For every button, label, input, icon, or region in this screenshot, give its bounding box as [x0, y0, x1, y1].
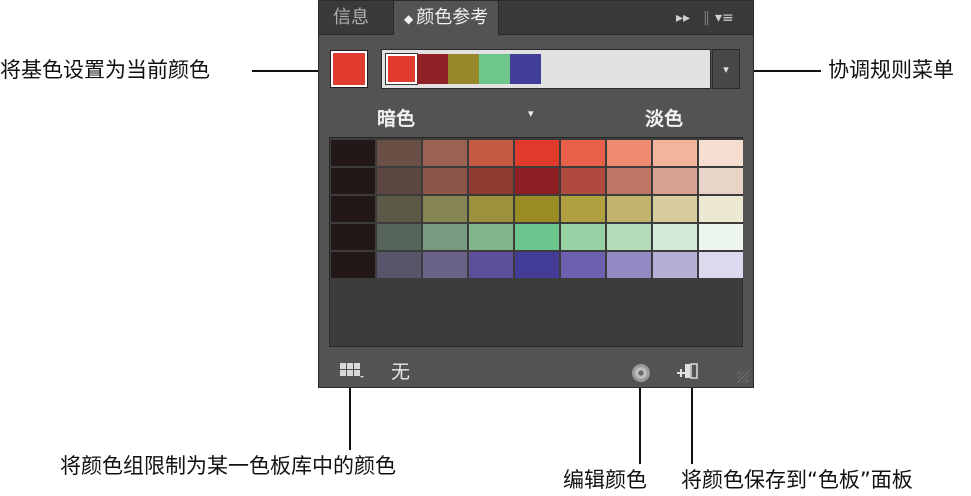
base-color-swatch[interactable]: [330, 50, 368, 88]
variation-swatch[interactable]: [515, 252, 559, 278]
color-guide-panel: 信息 ◆ 颜色参考 ▸▸ ‖ ▾≡ ▾ 暗色 ▾ 淡色 无: [318, 0, 754, 388]
harmony-color-5[interactable]: [510, 54, 541, 84]
variation-swatch[interactable]: [469, 224, 513, 250]
variation-swatch[interactable]: [515, 196, 559, 222]
variation-swatch[interactable]: [561, 252, 605, 278]
tab-info[interactable]: 信息: [323, 1, 379, 35]
variation-swatch[interactable]: [653, 224, 697, 250]
leader-line-edit-color: [639, 386, 641, 464]
panel-tab-bar: 信息 ◆ 颜色参考 ▸▸ ‖ ▾≡: [319, 1, 753, 35]
variation-swatch[interactable]: [699, 252, 743, 278]
color-variation-grid: [329, 137, 743, 347]
shade-light-label: 淡色: [645, 108, 684, 130]
variation-swatch[interactable]: [653, 168, 697, 194]
color-wheel-icon[interactable]: [631, 363, 651, 387]
variation-swatch[interactable]: [377, 196, 421, 222]
variation-swatch[interactable]: [423, 224, 467, 250]
divider-grip-icon: ‖: [703, 10, 710, 26]
leader-line-set-base: [252, 70, 328, 72]
leader-line-harmony-menu: [745, 70, 821, 72]
variation-swatch[interactable]: [515, 140, 559, 166]
variation-swatch[interactable]: [423, 168, 467, 194]
variation-swatch[interactable]: [423, 196, 467, 222]
variation-swatch[interactable]: [469, 252, 513, 278]
variation-swatch[interactable]: [561, 140, 605, 166]
variation-swatch[interactable]: [653, 196, 697, 222]
variation-swatch[interactable]: [331, 224, 375, 250]
variation-swatch[interactable]: [331, 196, 375, 222]
variation-swatch[interactable]: [423, 252, 467, 278]
variation-swatch[interactable]: [699, 168, 743, 194]
tab-info-label: 信息: [333, 7, 369, 28]
variation-swatch[interactable]: [377, 252, 421, 278]
shade-dark-label: 暗色: [377, 108, 416, 130]
collapse-panel-icon[interactable]: ▸▸: [676, 1, 690, 35]
tab-color-guide-label: 颜色参考: [416, 7, 489, 28]
variation-swatch[interactable]: [607, 196, 651, 222]
variation-swatch[interactable]: [561, 168, 605, 194]
variation-swatch[interactable]: [469, 196, 513, 222]
variation-swatch[interactable]: [515, 224, 559, 250]
variation-options-arrow-icon[interactable]: ▾: [528, 107, 534, 120]
variation-swatch[interactable]: [377, 168, 421, 194]
swatch-library-limit-label: 无: [391, 361, 411, 383]
swatch-library-icon[interactable]: [339, 361, 365, 383]
resize-grip-icon[interactable]: [737, 371, 749, 383]
save-swatches-icon[interactable]: [675, 361, 701, 385]
callout-limit-color-group: 将颜色组限制为某一色板库中的颜色: [60, 454, 396, 478]
variation-swatch[interactable]: [331, 168, 375, 194]
callout-save-swatches: 将颜色保存到“色板”面板: [681, 468, 913, 492]
variation-swatch[interactable]: [653, 252, 697, 278]
variation-swatch[interactable]: [699, 224, 743, 250]
harmony-rules-menu-button[interactable]: ▾: [712, 49, 740, 89]
variation-swatch[interactable]: [377, 140, 421, 166]
harmony-color-4[interactable]: [479, 54, 510, 84]
variation-swatch[interactable]: [515, 168, 559, 194]
panel-menu-icon[interactable]: ▾≡: [715, 1, 734, 35]
variation-swatch[interactable]: [607, 252, 651, 278]
harmony-color-1[interactable]: [385, 53, 418, 85]
callout-edit-color: 编辑颜色: [563, 468, 647, 492]
tab-color-guide[interactable]: ◆ 颜色参考: [393, 1, 500, 35]
variation-swatch[interactable]: [607, 140, 651, 166]
callout-set-base-color: 将基色设置为当前颜色: [0, 58, 210, 82]
variation-swatch[interactable]: [699, 196, 743, 222]
variation-swatch[interactable]: [561, 196, 605, 222]
variation-swatch[interactable]: [469, 168, 513, 194]
callout-harmony-menu: 协调规则菜单: [828, 58, 954, 82]
harmony-color-2[interactable]: [417, 54, 448, 84]
variation-swatch[interactable]: [423, 140, 467, 166]
variation-swatch[interactable]: [699, 140, 743, 166]
variation-swatch[interactable]: [653, 140, 697, 166]
variation-swatch[interactable]: [561, 224, 605, 250]
sort-arrows-icon: ◆: [404, 12, 414, 26]
variation-swatch[interactable]: [331, 252, 375, 278]
variation-swatch[interactable]: [469, 140, 513, 166]
variation-swatch[interactable]: [331, 140, 375, 166]
variation-swatch[interactable]: [377, 224, 421, 250]
variation-swatch[interactable]: [607, 168, 651, 194]
harmony-color-3[interactable]: [448, 54, 479, 84]
variation-swatch[interactable]: [607, 224, 651, 250]
leader-line-limit-group: [349, 380, 351, 450]
leader-line-save-swatches: [691, 386, 693, 464]
harmony-color-strip[interactable]: [381, 49, 711, 89]
